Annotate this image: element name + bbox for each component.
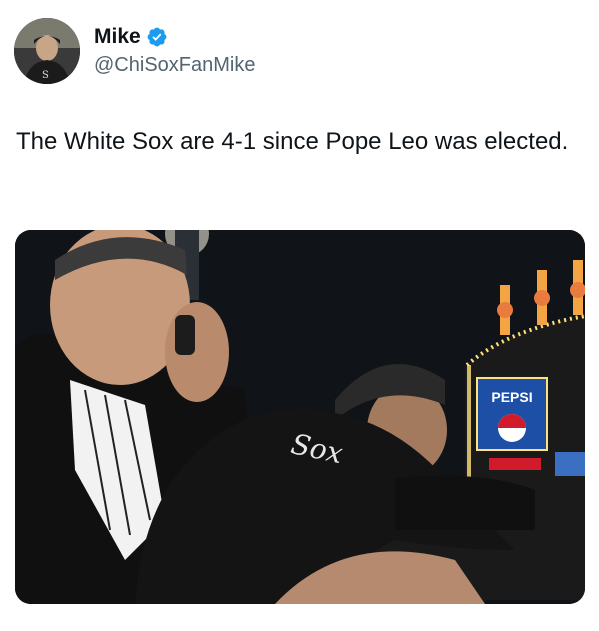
- author-display-name[interactable]: Mike: [94, 24, 141, 50]
- svg-text:S: S: [42, 70, 49, 81]
- verified-badge-icon: [146, 26, 168, 48]
- tweet-header: S Mike @ChiSoxFanMike: [14, 18, 255, 84]
- author-names: Mike @ChiSoxFanMike: [94, 24, 255, 78]
- author-avatar[interactable]: S: [14, 18, 80, 84]
- pepsi-sign-text: PEPSI: [491, 389, 532, 405]
- photo-scene: PEPSI Sox: [15, 230, 585, 604]
- tweet-photo[interactable]: PEPSI Sox: [15, 230, 585, 604]
- author-name-row: Mike: [94, 24, 255, 50]
- author-handle[interactable]: @ChiSoxFanMike: [94, 52, 255, 78]
- avatar-image: S: [14, 18, 80, 84]
- tweet-text: The White Sox are 4-1 since Pope Leo was…: [16, 128, 569, 155]
